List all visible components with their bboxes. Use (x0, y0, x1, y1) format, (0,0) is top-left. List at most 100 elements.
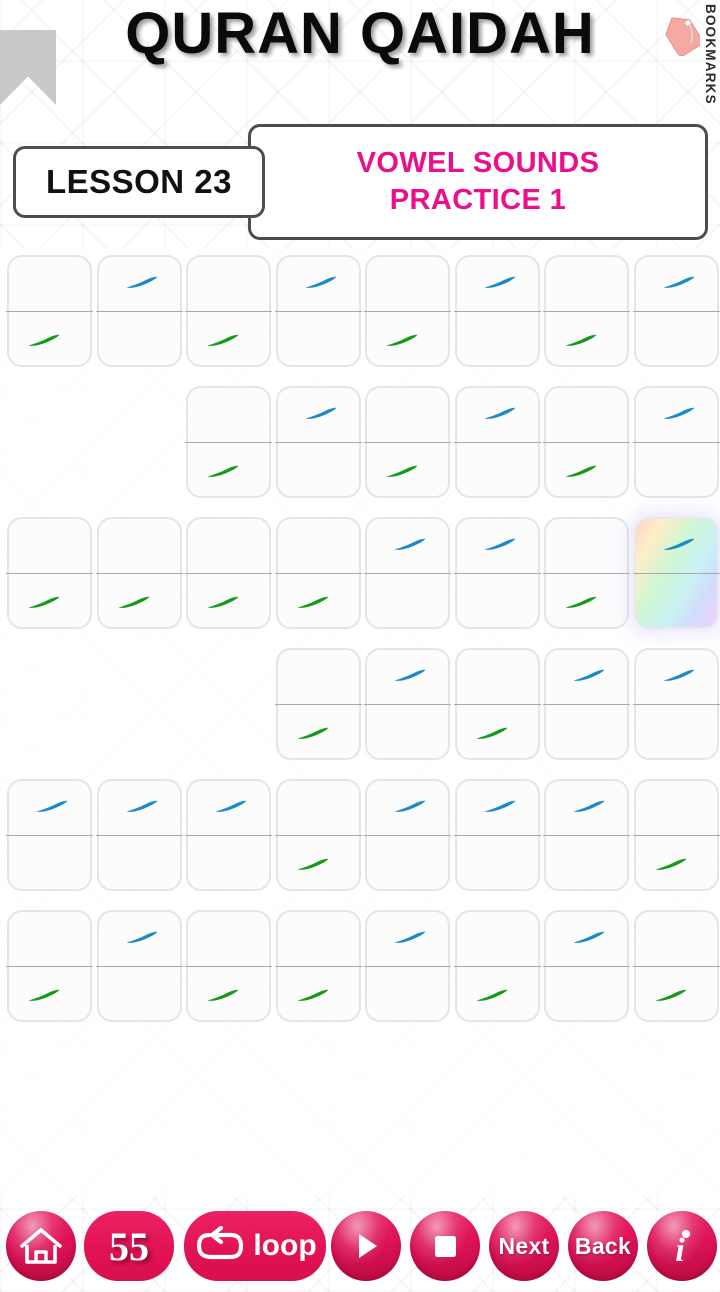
practice-cell[interactable] (6, 910, 93, 1022)
practice-cell[interactable] (274, 255, 362, 367)
kasra-mark-icon (296, 596, 330, 609)
kasra-mark-icon (564, 334, 598, 347)
stop-button[interactable] (410, 1211, 480, 1281)
practice-cell[interactable] (95, 517, 183, 629)
back-label: Back (574, 1232, 632, 1259)
loop-button[interactable]: loop (184, 1211, 326, 1281)
practice-cell[interactable] (274, 386, 362, 498)
cell-midline (453, 311, 541, 312)
practice-cell[interactable] (364, 648, 451, 760)
practice-cell[interactable] (543, 386, 630, 498)
fatha-mark-icon (572, 800, 606, 813)
cell-midline (543, 442, 630, 443)
practice-cell[interactable] (543, 910, 630, 1022)
loop-label: loop (253, 1229, 317, 1262)
practice-cell[interactable] (185, 517, 272, 629)
cell-midline (185, 442, 272, 443)
practice-cell[interactable] (453, 779, 541, 891)
practice-cell[interactable] (274, 779, 362, 891)
practice-cell[interactable] (364, 517, 451, 629)
practice-cell[interactable] (543, 517, 630, 629)
practice-cell[interactable] (274, 517, 362, 629)
practice-cell[interactable] (185, 910, 272, 1022)
cell-midline (453, 704, 541, 705)
practice-cell[interactable] (185, 779, 272, 891)
cell-midline (543, 966, 630, 967)
practice-cell[interactable] (632, 910, 720, 1022)
practice-cell[interactable] (185, 255, 272, 367)
cell-midline (274, 311, 362, 312)
fatha-mark-icon (393, 538, 427, 551)
practice-title-line2: PRACTICE 1 (389, 184, 567, 216)
cell-midline (364, 835, 451, 836)
cell-midline (453, 835, 541, 836)
practice-cell-active[interactable] (632, 517, 720, 629)
practice-cell[interactable] (95, 255, 183, 367)
practice-cell[interactable] (632, 386, 720, 498)
practice-cell[interactable] (364, 779, 451, 891)
fatha-mark-icon (662, 407, 696, 420)
lesson-number-box[interactable]: LESSON 23 (13, 146, 265, 218)
kasra-mark-icon (206, 596, 240, 609)
practice-cell[interactable] (453, 255, 541, 367)
cell-midline (453, 442, 541, 443)
cell-midline (274, 966, 362, 967)
practice-cell[interactable] (6, 255, 93, 367)
practice-cell[interactable] (6, 517, 93, 629)
fatha-mark-icon (572, 931, 606, 944)
app-header: QURAN QAIDAH BOOKMARKS (0, 0, 720, 105)
kasra-mark-icon (654, 858, 688, 871)
bookmarks-button[interactable]: BOOKMARKS (662, 0, 720, 105)
cell-midline (6, 573, 93, 574)
repeat-count-button[interactable]: 55 (84, 1211, 174, 1281)
practice-cell[interactable] (364, 255, 451, 367)
info-icon: i (675, 1230, 690, 1266)
svg-text:i: i (675, 1232, 685, 1266)
kasra-mark-icon (206, 989, 240, 1002)
play-button[interactable] (331, 1211, 401, 1281)
practice-cell[interactable] (364, 386, 451, 498)
kasra-mark-icon (475, 727, 509, 740)
fatha-mark-icon (125, 276, 159, 289)
practice-cell[interactable] (453, 648, 541, 760)
practice-cell[interactable] (364, 910, 451, 1022)
next-button[interactable]: Next (489, 1211, 559, 1281)
kasra-mark-icon (564, 465, 598, 478)
practice-cell[interactable] (543, 255, 630, 367)
cell-midline (95, 573, 183, 574)
cell-midline (364, 704, 451, 705)
next-label: Next (498, 1232, 550, 1259)
practice-cell[interactable] (95, 779, 183, 891)
practice-cell[interactable] (543, 779, 630, 891)
practice-cell[interactable] (632, 255, 720, 367)
kasra-mark-icon (27, 989, 61, 1002)
practice-cell[interactable] (274, 648, 362, 760)
practice-cell[interactable] (632, 648, 720, 760)
practice-cell[interactable] (274, 910, 362, 1022)
home-button[interactable] (6, 1211, 76, 1281)
practice-cell[interactable] (632, 779, 720, 891)
kasra-mark-icon (564, 596, 598, 609)
practice-cell[interactable] (543, 648, 630, 760)
lesson-label: LESSON 23 (45, 163, 233, 200)
bookmark-tag-icon (664, 12, 703, 57)
practice-cell[interactable] (6, 779, 93, 891)
practice-cell[interactable] (453, 517, 541, 629)
cell-midline (632, 311, 720, 312)
cell-midline (453, 966, 541, 967)
practice-row (0, 776, 720, 907)
bottom-toolbar: 55 loop Next Back i (0, 1200, 720, 1292)
practice-cell[interactable] (95, 910, 183, 1022)
practice-cell[interactable] (453, 386, 541, 498)
practice-cell[interactable] (185, 386, 272, 498)
back-button[interactable]: Back (568, 1211, 638, 1281)
practice-cell[interactable] (453, 910, 541, 1022)
cell-midline (274, 442, 362, 443)
cell-midline (364, 966, 451, 967)
info-button[interactable]: i (647, 1211, 717, 1281)
cell-midline (185, 966, 272, 967)
lesson-titlebar: VOWEL SOUNDS PRACTICE 1 LESSON 23 (0, 118, 720, 246)
home-icon (20, 1228, 62, 1264)
fatha-mark-icon (393, 800, 427, 813)
kasra-mark-icon (475, 989, 509, 1002)
